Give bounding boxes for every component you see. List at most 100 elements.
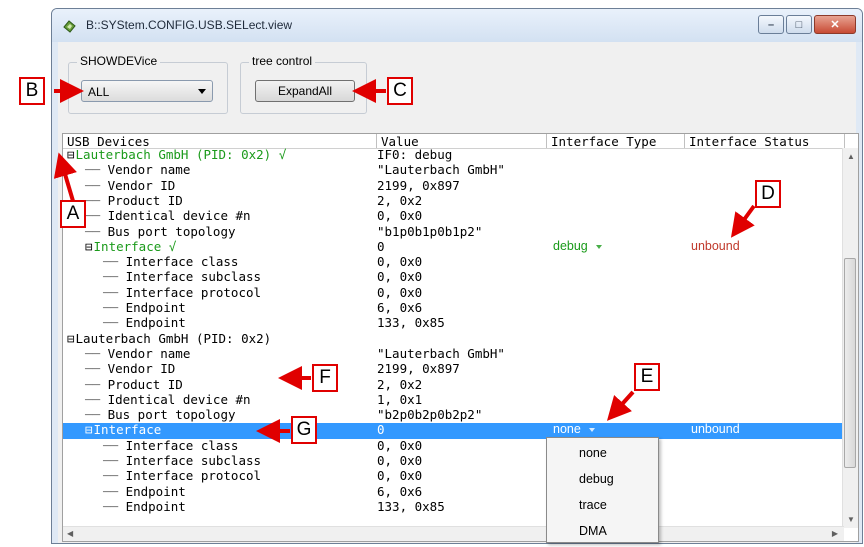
- tree-label: Lauterbach GmbH (PID: 0x2) √: [75, 148, 287, 162]
- showdevice-label: SHOWDEVice: [77, 54, 161, 68]
- table-row[interactable]: ⊟Interface 0 none unbound: [63, 422, 844, 439]
- chevron-down-icon: [595, 244, 602, 249]
- collapse-icon[interactable]: ⊟: [67, 331, 75, 346]
- table-row[interactable]: ── Interface protocol 0, 0x0: [63, 286, 844, 301]
- interface-status: unbound: [691, 422, 740, 437]
- tree-label: Interface class: [125, 437, 239, 453]
- tree-cell: ── Identical device #n: [63, 209, 251, 222]
- table-row[interactable]: ── Interface class 0, 0x0: [63, 255, 844, 270]
- interface-type-value: debug: [553, 238, 588, 253]
- tree-cell: ⊟Interface: [63, 423, 161, 436]
- column-interface-type[interactable]: Interface Type: [547, 134, 685, 149]
- collapse-icon[interactable]: ⊟: [67, 148, 75, 162]
- tree-label: Vendor name: [107, 345, 191, 361]
- scroll-down-icon[interactable]: ▼: [847, 515, 855, 524]
- table-row[interactable]: ── Vendor name "Lauterbach GmbH": [63, 347, 844, 362]
- scroll-left-icon[interactable]: ◀: [67, 529, 73, 538]
- column-value[interactable]: Value: [377, 134, 547, 149]
- showdevice-value: ALL: [88, 85, 110, 99]
- value-cell: 0, 0x0: [377, 468, 423, 484]
- table-row[interactable]: ── Identical device #n 0, 0x0: [63, 209, 844, 224]
- table-row[interactable]: ── Interface protocol 0, 0x0: [63, 469, 844, 484]
- table-row[interactable]: ── Product ID 2, 0x2: [63, 194, 844, 209]
- tree-cell: ── Interface class: [63, 255, 238, 268]
- tree-connector: ──: [103, 498, 126, 514]
- tree-cell: ── Product ID: [63, 378, 183, 391]
- callout-d: D: [755, 180, 781, 208]
- maximize-icon: □: [795, 18, 803, 31]
- table-row[interactable]: ⊟Interface √ 0 debug unbound: [63, 238, 844, 255]
- table-row[interactable]: ── Endpoint 6, 0x6: [63, 301, 844, 316]
- interface-type-select[interactable]: debug: [553, 238, 602, 253]
- horizontal-scrollbar[interactable]: ◀ ▶: [63, 526, 844, 541]
- value-cell: 2199, 0x897: [377, 361, 460, 377]
- tree-label: Interface subclass: [125, 453, 262, 468]
- value-cell: IF0: debug: [377, 148, 453, 162]
- tree-cell: ── Interface protocol: [63, 469, 261, 482]
- tree-label: Endpoint: [125, 300, 186, 315]
- tree-control-group: tree control ExpandAll: [240, 54, 367, 114]
- tree-label: Interface protocol: [125, 468, 262, 484]
- scroll-up-icon[interactable]: ▲: [847, 152, 855, 161]
- callout-b: B: [19, 77, 45, 105]
- showdevice-combo[interactable]: ALL: [81, 80, 213, 102]
- collapse-icon[interactable]: ⊟: [85, 239, 93, 254]
- value-cell: 2199, 0x897: [377, 177, 460, 193]
- tree-cell: ── Endpoint: [63, 500, 186, 513]
- table-row[interactable]: ── Interface subclass 0, 0x0: [63, 454, 844, 469]
- table-row[interactable]: ── Identical device #n 1, 0x1: [63, 393, 844, 408]
- minimize-icon: –: [767, 18, 775, 31]
- dropdown-option-trace[interactable]: trace: [547, 492, 658, 518]
- table-row[interactable]: ── Bus port topology "b1p0b1p0b1p2": [63, 225, 844, 240]
- value-cell: 0, 0x0: [377, 269, 423, 285]
- value-cell: 0, 0x0: [377, 254, 423, 270]
- table-row[interactable]: ── Interface class 0, 0x0: [63, 439, 844, 454]
- column-interface-status[interactable]: Interface Status: [685, 134, 845, 149]
- table-row[interactable]: ⊟Lauterbach GmbH (PID: 0x2) √ IF0: debug: [63, 148, 844, 163]
- tree-connector: ──: [85, 391, 108, 407]
- tree-cell: ── Endpoint: [63, 316, 186, 329]
- tree-connector: ──: [103, 468, 126, 484]
- tree-connector: ──: [103, 269, 126, 285]
- table-row[interactable]: ⊟Lauterbach GmbH (PID: 0x2): [63, 332, 844, 347]
- tree-connector: ──: [103, 284, 126, 300]
- table-row[interactable]: ── Endpoint 133, 0x85: [63, 500, 844, 515]
- dropdown-option-debug[interactable]: debug: [547, 466, 658, 492]
- table-row[interactable]: ── Endpoint 6, 0x6: [63, 485, 844, 500]
- showdevice-group: SHOWDEVice ALL: [68, 54, 228, 114]
- close-button[interactable]: ✕: [814, 15, 856, 34]
- tree-connector: ──: [85, 208, 108, 224]
- scroll-right-icon[interactable]: ▶: [832, 529, 838, 538]
- tree-connector: ──: [85, 223, 108, 239]
- table-row[interactable]: ── Vendor name "Lauterbach GmbH": [63, 163, 844, 178]
- tree-connector: ──: [85, 361, 108, 377]
- table-row[interactable]: ── Bus port topology "b2p0b2p0b2p2": [63, 408, 844, 423]
- table-row[interactable]: ── Interface subclass 0, 0x0: [63, 270, 844, 285]
- window-buttons: – □ ✕: [758, 15, 856, 35]
- tree-cell: ── Bus port topology: [63, 225, 236, 238]
- window-client: SHOWDEVice ALL tree control ExpandAll US…: [58, 42, 859, 543]
- value-cell: 0: [377, 422, 385, 438]
- tree-label: Endpoint: [125, 483, 186, 499]
- expand-all-button[interactable]: ExpandAll: [255, 80, 355, 102]
- interface-type-value: none: [553, 422, 581, 437]
- table-row[interactable]: ── Vendor ID 2199, 0x897: [63, 179, 844, 194]
- table-row[interactable]: ── Endpoint 133, 0x85: [63, 316, 844, 331]
- chevron-down-icon: [198, 89, 206, 94]
- collapse-icon[interactable]: ⊟: [85, 422, 93, 437]
- scroll-thumb[interactable]: [844, 258, 856, 468]
- table-row[interactable]: ── Vendor ID 2199, 0x897: [63, 362, 844, 377]
- maximize-button[interactable]: □: [786, 15, 812, 34]
- tree-label: Identical device #n: [107, 391, 251, 407]
- column-usb-devices[interactable]: USB Devices: [63, 134, 377, 149]
- title-bar[interactable]: B::SYStem.CONFIG.USB.SELect.view – □ ✕: [52, 9, 862, 42]
- tree-connector: ──: [103, 437, 126, 453]
- minimize-button[interactable]: –: [758, 15, 784, 34]
- tree-cell: ── Vendor name: [63, 163, 190, 176]
- dropdown-option-dma[interactable]: DMA: [547, 518, 658, 544]
- dropdown-option-none[interactable]: none: [547, 440, 658, 466]
- vertical-scrollbar[interactable]: ▲ ▼: [842, 148, 858, 528]
- table-row[interactable]: ── Product ID 2, 0x2: [63, 378, 844, 393]
- interface-type-select[interactable]: none: [553, 423, 595, 436]
- value-cell: 0, 0x0: [377, 453, 423, 468]
